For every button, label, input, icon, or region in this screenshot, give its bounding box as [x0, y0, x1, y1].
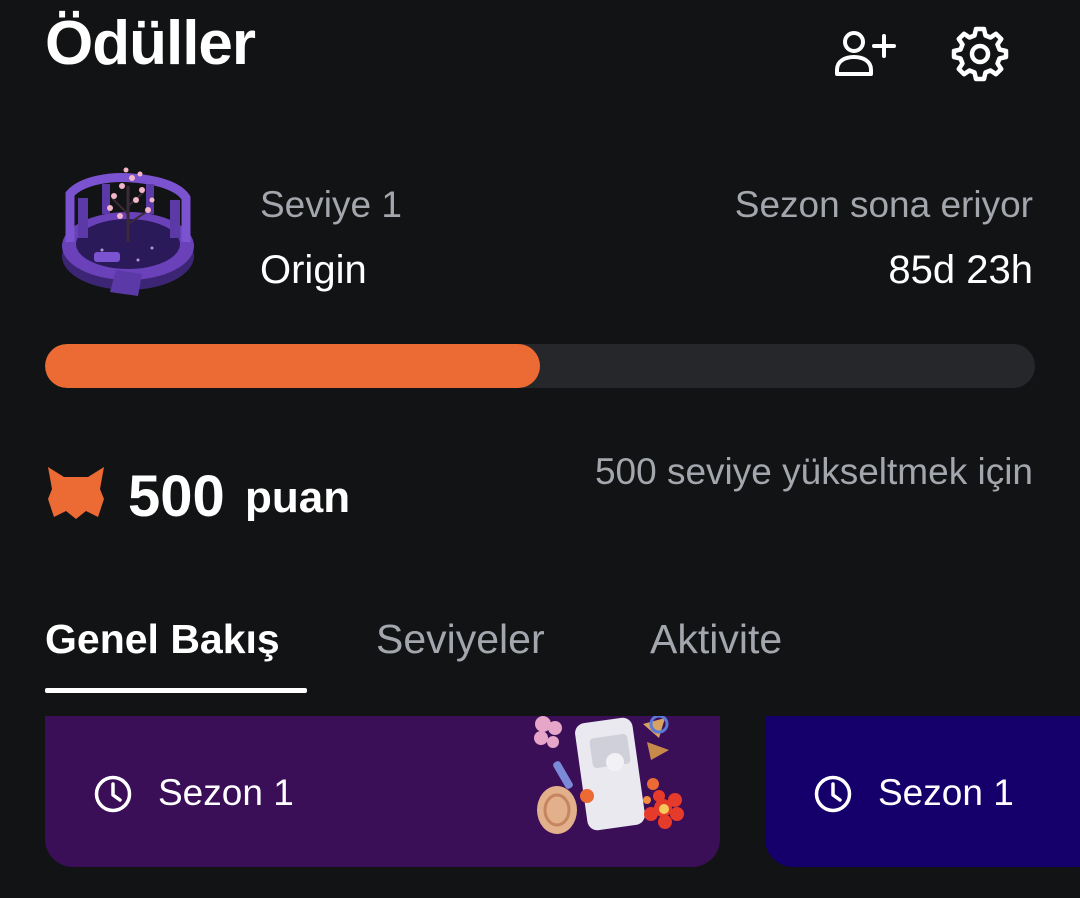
- settings-button[interactable]: [948, 22, 1012, 86]
- season-card-2[interactable]: Sezon 1: [765, 716, 1080, 867]
- level-art-image: [52, 156, 204, 308]
- clock-icon: [94, 775, 132, 813]
- rewards-tabs: Genel Bakış Seviyeler Aktivite: [0, 604, 1080, 694]
- level-name: Origin: [260, 248, 367, 292]
- tab-overview[interactable]: Genel Bakış: [45, 614, 280, 664]
- level-label: Seviye 1: [260, 184, 402, 225]
- points-value: 500: [128, 464, 225, 529]
- rewards-collage-image: [534, 716, 684, 834]
- season-card-label: Sezon 1: [158, 772, 294, 813]
- points-badge: [46, 465, 106, 521]
- season-card-label: Sezon 1: [878, 772, 1014, 813]
- gear-icon: [951, 26, 1009, 82]
- fox-icon: [48, 467, 104, 519]
- tab-levels[interactable]: Seviyeler: [376, 614, 545, 664]
- season-time-left: 85d 23h: [888, 248, 1033, 292]
- level-progress-bar: [45, 344, 1035, 388]
- active-tab-indicator: [45, 688, 307, 693]
- fountain-garden-icon: [62, 167, 194, 296]
- add-contact-button[interactable]: [833, 22, 897, 86]
- clock-icon: [814, 775, 852, 813]
- season-end-label: Sezon sona eriyor: [734, 184, 1033, 225]
- tab-activity[interactable]: Aktivite: [650, 614, 782, 664]
- season-card-1[interactable]: Sezon 1: [45, 716, 720, 867]
- add-user-icon: [835, 31, 896, 76]
- points-to-level-up-note: 500 seviye yükseltmek için: [594, 451, 1033, 492]
- points-unit: puan: [245, 473, 351, 522]
- page-title: Ödüller: [45, 9, 256, 78]
- level-progress-fill: [45, 344, 540, 388]
